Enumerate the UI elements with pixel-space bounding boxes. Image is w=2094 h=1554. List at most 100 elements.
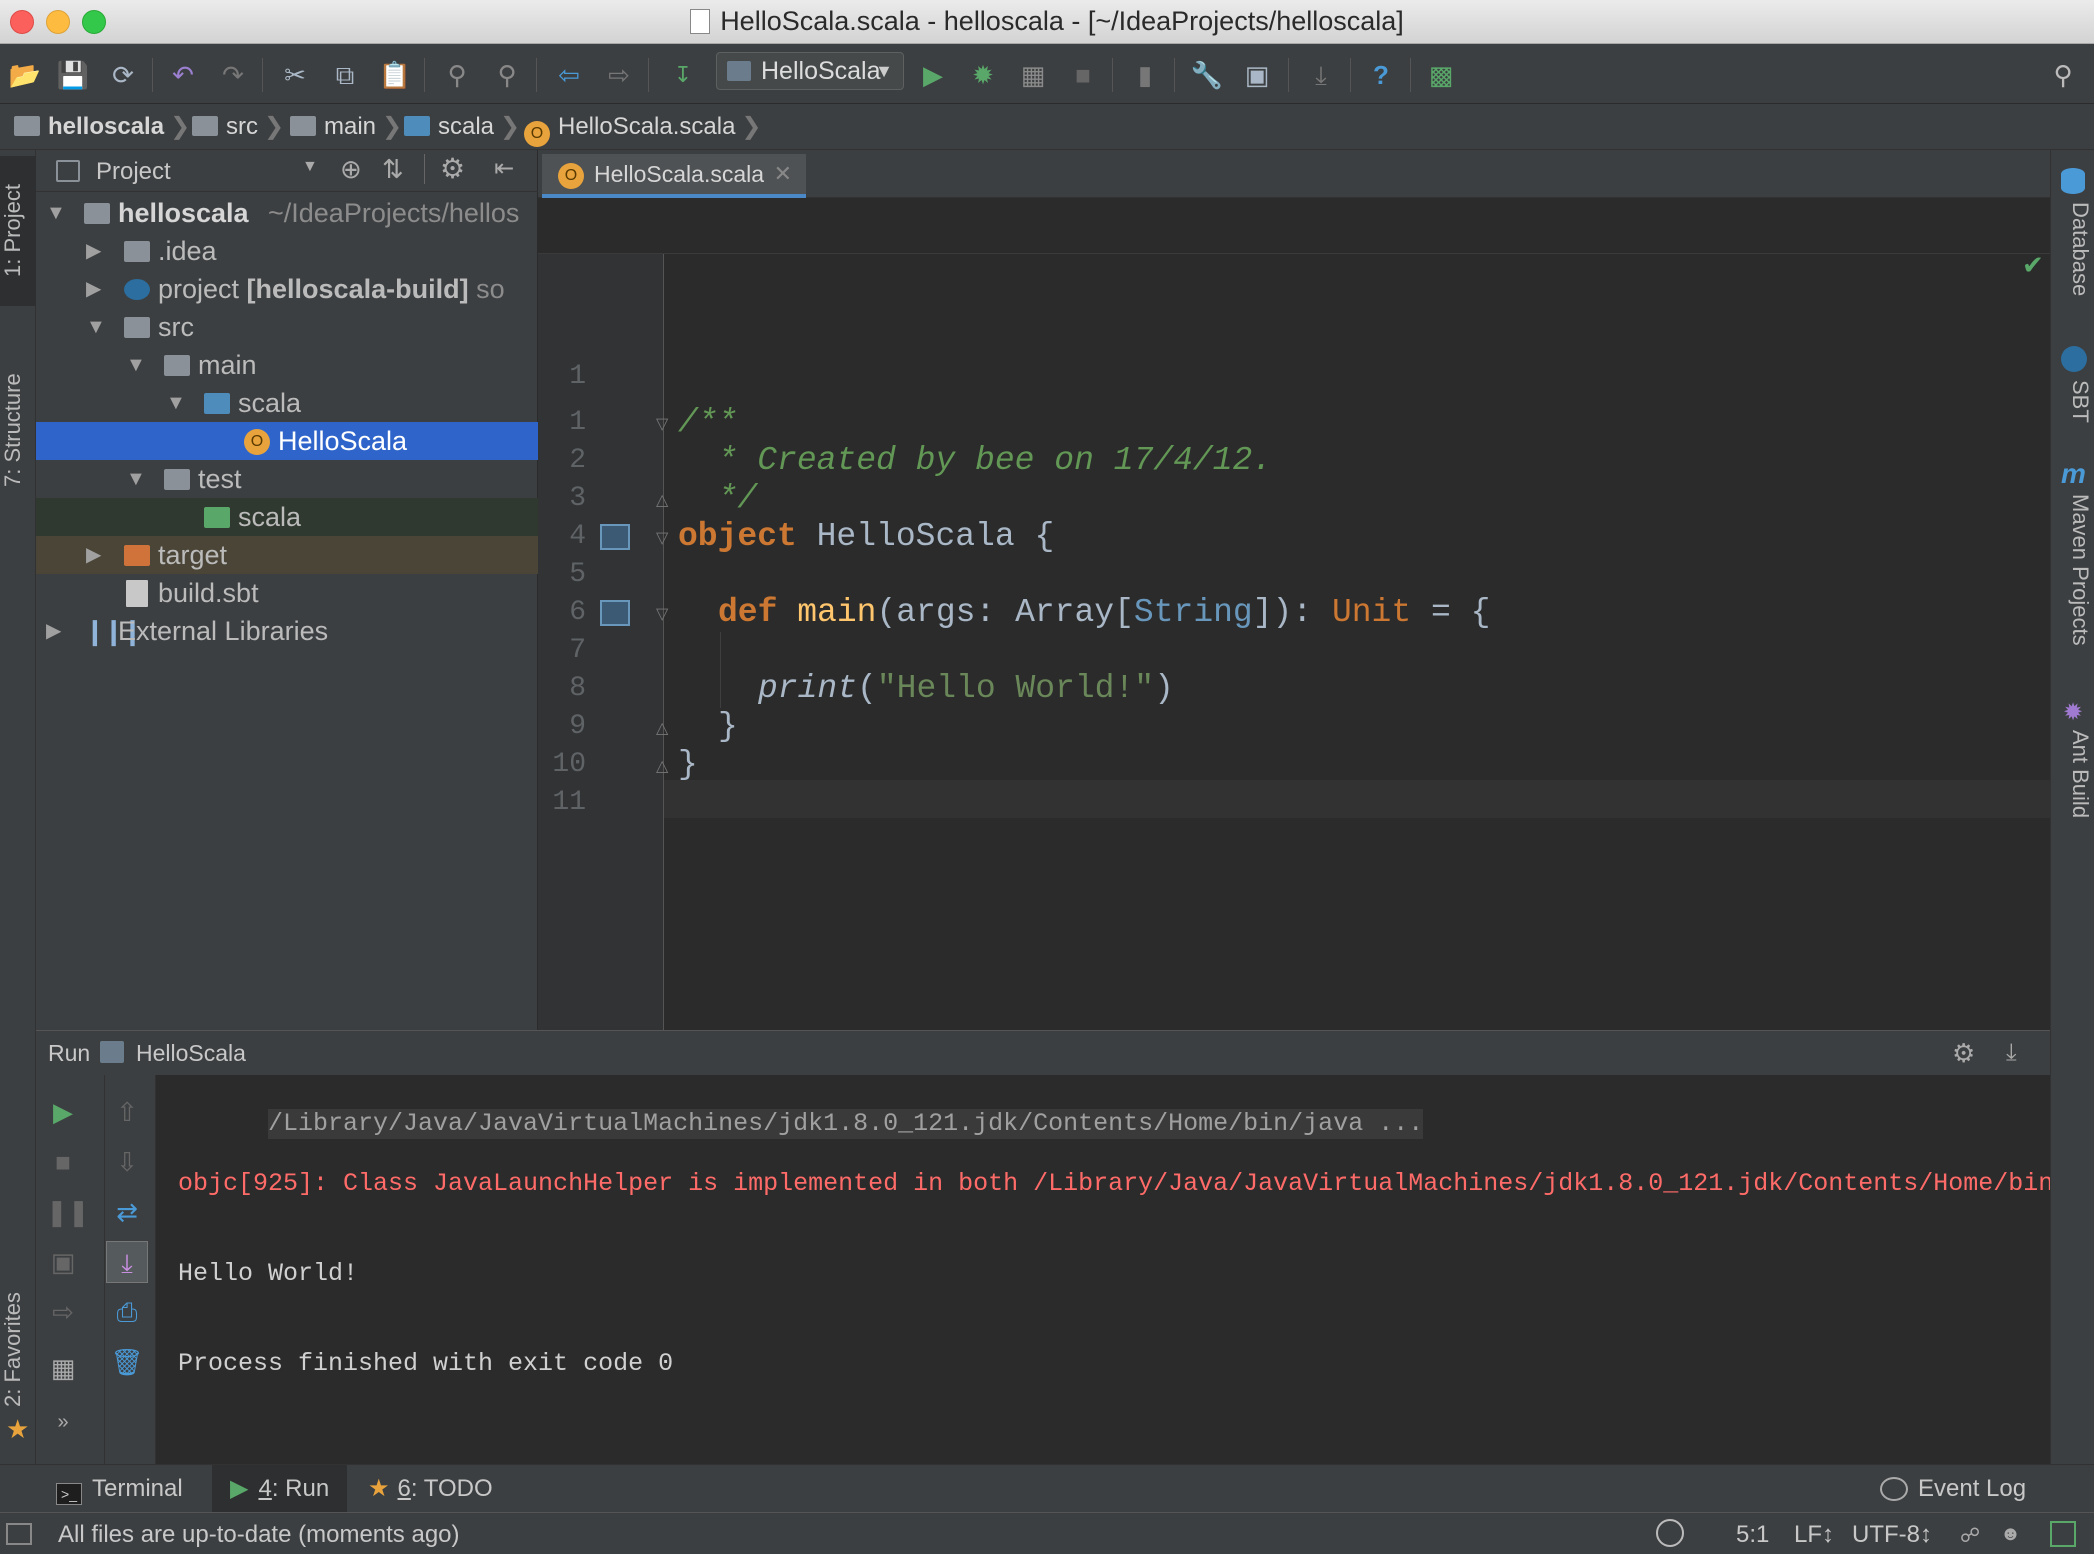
- breadcrumb-scala[interactable]: scala ❯: [404, 112, 520, 142]
- tree-item-build-sbt[interactable]: build.sbt: [36, 574, 538, 612]
- chevron-down-icon[interactable]: ▼: [302, 158, 318, 176]
- tab-favorites[interactable]: 2: Favorites: [0, 1260, 36, 1440]
- tree-item-test[interactable]: ▼ test: [36, 460, 538, 498]
- fold-marker-icon[interactable]: ▽: [656, 414, 668, 434]
- inspector-icon[interactable]: ☻: [2000, 1523, 2021, 1546]
- code-line[interactable]: /**: [678, 404, 737, 442]
- tree-item-idea[interactable]: ▶ .idea: [36, 232, 538, 270]
- tree-item-external-libraries[interactable]: ▶ ❙❙❙ External Libraries: [36, 612, 538, 650]
- soft-wrap-icon[interactable]: ⇄: [110, 1195, 144, 1229]
- close-tab-icon[interactable]: ✕: [774, 154, 792, 194]
- memory-indicator-icon[interactable]: [2050, 1521, 2076, 1547]
- gear-icon[interactable]: ⚙: [1952, 1031, 1975, 1075]
- more-icon[interactable]: »: [46, 1405, 80, 1439]
- coverage-icon[interactable]: ▦: [1016, 58, 1050, 92]
- tree-item-main[interactable]: ▼ main: [36, 346, 538, 384]
- tab-maven-projects[interactable]: Maven Projects: [2057, 494, 2093, 664]
- cut-icon[interactable]: ✂: [278, 58, 312, 92]
- code-line[interactable]: }: [678, 746, 698, 784]
- code-line[interactable]: * Created by bee on 17/4/12.: [678, 442, 1273, 480]
- hide-panel-icon[interactable]: ⇤: [494, 154, 514, 183]
- tool-windows-toggle-icon[interactable]: [6, 1523, 32, 1545]
- build-project-icon[interactable]: ↧: [666, 58, 700, 92]
- print-icon[interactable]: ⎙: [110, 1295, 144, 1329]
- code-line[interactable]: def main(args: Array[String]): Unit = {: [718, 594, 1490, 632]
- sdk-download-icon[interactable]: ⤓: [1304, 58, 1338, 92]
- code-line[interactable]: */: [678, 480, 758, 518]
- tree-item-test-scala[interactable]: scala: [36, 498, 538, 536]
- gear-icon[interactable]: ⚙: [440, 152, 465, 185]
- caret-position[interactable]: 5:1: [1736, 1521, 1769, 1549]
- help-icon[interactable]: ?: [1364, 58, 1398, 92]
- tab-helloscala-scala[interactable]: O HelloScala.scala ✕: [542, 154, 806, 198]
- tab-todo[interactable]: ★ 6: TODO: [368, 1465, 493, 1513]
- tab-ant-build[interactable]: Ant Build: [2057, 730, 2093, 840]
- locate-target-icon[interactable]: ⊕: [340, 154, 362, 185]
- dump-threads-icon[interactable]: ▣: [46, 1245, 80, 1279]
- stop-icon[interactable]: ■: [1066, 58, 1100, 92]
- power-save-icon[interactable]: [1656, 1519, 1684, 1547]
- layout-icon[interactable]: ▦: [46, 1351, 80, 1385]
- tree-item-src[interactable]: ▼ src: [36, 308, 538, 346]
- run-configuration-select[interactable]: HelloScala ▼: [716, 52, 904, 90]
- run-object-gutter-icon[interactable]: [600, 524, 630, 550]
- breadcrumb-project[interactable]: helloscala ❯: [14, 112, 190, 142]
- replace-icon[interactable]: ⚲: [490, 58, 524, 92]
- plugin-icon[interactable]: ▩: [1424, 58, 1458, 92]
- fold-marker-icon[interactable]: △: [656, 490, 668, 510]
- run-method-gutter-icon[interactable]: [600, 600, 630, 626]
- copy-icon[interactable]: ⧉: [328, 58, 362, 92]
- debug-icon[interactable]: ✹: [966, 58, 1000, 92]
- code-line[interactable]: }: [718, 708, 738, 746]
- rerun-icon[interactable]: ▶: [46, 1095, 80, 1129]
- tab-sbt[interactable]: SBT: [2057, 380, 2093, 440]
- tab-structure[interactable]: 7: Structure: [0, 340, 36, 520]
- project-view-select[interactable]: Project: [96, 158, 171, 186]
- breadcrumb-src[interactable]: src ❯: [192, 112, 284, 142]
- collapse-all-icon[interactable]: ⇅: [382, 154, 404, 185]
- tree-item-scala[interactable]: ▼ scala: [36, 384, 538, 422]
- hide-panel-icon[interactable]: ⤓: [2006, 1031, 2017, 1075]
- tab-database[interactable]: Database: [2057, 202, 2093, 322]
- run-config-tab[interactable]: HelloScala: [136, 1031, 246, 1075]
- tree-item-helloscala[interactable]: ▼ helloscala ~/IdeaProjects/hellos: [36, 194, 538, 232]
- breadcrumb-file[interactable]: O HelloScala.scala ❯: [524, 112, 762, 147]
- fold-marker-icon[interactable]: ▽: [656, 528, 668, 548]
- code-line[interactable]: object HelloScala {: [678, 518, 1054, 556]
- breadcrumb-main[interactable]: main ❯: [290, 112, 402, 142]
- find-icon[interactable]: ⚲: [440, 58, 474, 92]
- fold-marker-icon[interactable]: △: [656, 718, 668, 738]
- arrow-down-icon[interactable]: ⇩: [110, 1145, 144, 1179]
- save-icon[interactable]: 💾: [56, 58, 90, 92]
- line-separator-select[interactable]: LF↕: [1794, 1521, 1834, 1549]
- undo-icon[interactable]: ↶: [166, 58, 200, 92]
- project-structure-icon[interactable]: ▣: [1240, 58, 1274, 92]
- tab-terminal[interactable]: >_ Terminal: [56, 1465, 183, 1513]
- pause-icon[interactable]: ❚❚: [46, 1195, 90, 1229]
- open-folder-icon[interactable]: 📂: [8, 58, 42, 92]
- encoding-select[interactable]: UTF-8↕: [1852, 1521, 1932, 1549]
- fold-marker-icon[interactable]: △: [656, 756, 668, 776]
- code-line[interactable]: print("Hello World!"): [758, 670, 1174, 708]
- exit-icon[interactable]: ⇨: [46, 1295, 80, 1329]
- forward-arrow-icon[interactable]: ⇨: [602, 58, 636, 92]
- tab-run[interactable]: ▶ 4: Run: [212, 1465, 348, 1513]
- trash-icon[interactable]: 🗑: [110, 1345, 144, 1379]
- sync-icon[interactable]: ⟳: [106, 58, 140, 92]
- scroll-to-end-icon[interactable]: ⤓: [106, 1241, 148, 1283]
- stop-icon[interactable]: ■: [46, 1145, 80, 1179]
- settings-wrench-icon[interactable]: 🔧: [1190, 58, 1224, 92]
- paste-icon[interactable]: 📋: [378, 58, 412, 92]
- tree-item-project[interactable]: ▶ project [helloscala-build] so: [36, 270, 538, 308]
- back-arrow-icon[interactable]: ⇦: [552, 58, 586, 92]
- arrow-up-icon[interactable]: ⇧: [110, 1095, 144, 1129]
- tree-item-target[interactable]: ▶ target: [36, 536, 538, 574]
- search-everywhere-icon[interactable]: ⚲: [2046, 58, 2080, 92]
- tab-project[interactable]: 1: Project: [0, 156, 36, 306]
- run-icon[interactable]: ▶: [916, 58, 950, 92]
- fold-marker-icon[interactable]: ▽: [656, 604, 668, 624]
- tree-item-helloscala-object[interactable]: O HelloScala: [36, 422, 538, 460]
- vcs-icon[interactable]: ▮: [1128, 58, 1162, 92]
- lock-icon[interactable]: ☍: [1960, 1523, 1980, 1548]
- redo-icon[interactable]: ↷: [216, 58, 250, 92]
